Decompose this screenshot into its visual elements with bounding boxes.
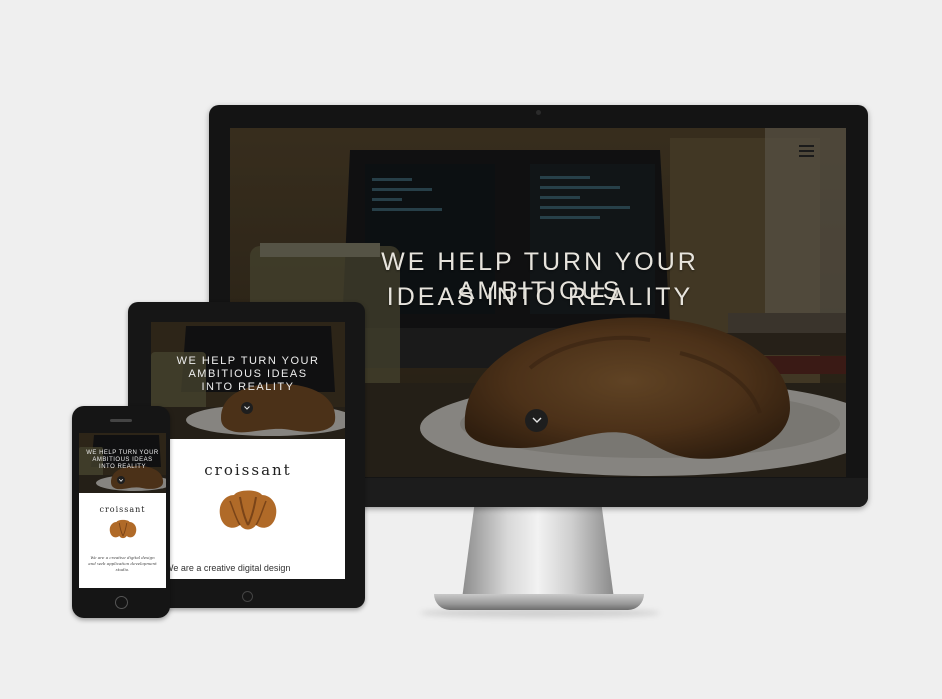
tablet-screen: WE HELP TURN YOUR AMBITIOUS IDEAS INTO R… xyxy=(151,322,345,579)
phone-content: croissant We are a creative digital desi… xyxy=(79,493,166,588)
monitor-stand xyxy=(462,507,614,599)
monitor-base xyxy=(434,594,644,610)
hero-headline-line3: INTO REALITY xyxy=(201,381,295,393)
intro-text: We are a creative digital design and web… xyxy=(88,555,157,572)
chevron-down-icon xyxy=(532,417,541,423)
hero-headline-line2: AMBITIOUS IDEAS xyxy=(92,457,153,463)
chevron-down-icon xyxy=(119,478,123,482)
scroll-down-button[interactable] xyxy=(117,476,125,484)
home-button[interactable] xyxy=(115,596,128,609)
hero-headline-line2: IDEAS INTO REALITY xyxy=(386,283,694,311)
hero-headline-line2: AMBITIOUS IDEAS xyxy=(188,368,308,380)
hero-headline-line1: WE HELP TURN YOUR xyxy=(176,355,320,367)
phone-hero: WE HELP TURN YOUR AMBITIOUS IDEAS INTO R… xyxy=(79,433,166,493)
tablet-hero: WE HELP TURN YOUR AMBITIOUS IDEAS INTO R… xyxy=(151,322,345,439)
intro-text: We are a creative digital design xyxy=(165,563,291,573)
scroll-down-button[interactable] xyxy=(241,402,253,414)
chevron-down-icon xyxy=(244,406,250,410)
tablet-content: croissant We are a creative digital desi… xyxy=(151,439,345,579)
scroll-down-button[interactable] xyxy=(525,409,548,432)
brand-name: croissant xyxy=(99,505,146,514)
hero-headline-line1: WE HELP TURN YOUR xyxy=(86,450,159,456)
speaker-icon xyxy=(110,419,132,422)
hero-headline-line3: INTO REALITY xyxy=(99,464,146,470)
croissant-icon xyxy=(219,490,277,530)
home-button[interactable] xyxy=(242,591,253,602)
croissant-icon xyxy=(109,519,137,539)
phone-screen: WE HELP TURN YOUR AMBITIOUS IDEAS INTO R… xyxy=(79,433,166,588)
camera-icon xyxy=(536,110,541,115)
brand-name: croissant xyxy=(204,461,292,479)
hamburger-menu-icon[interactable] xyxy=(799,145,814,157)
